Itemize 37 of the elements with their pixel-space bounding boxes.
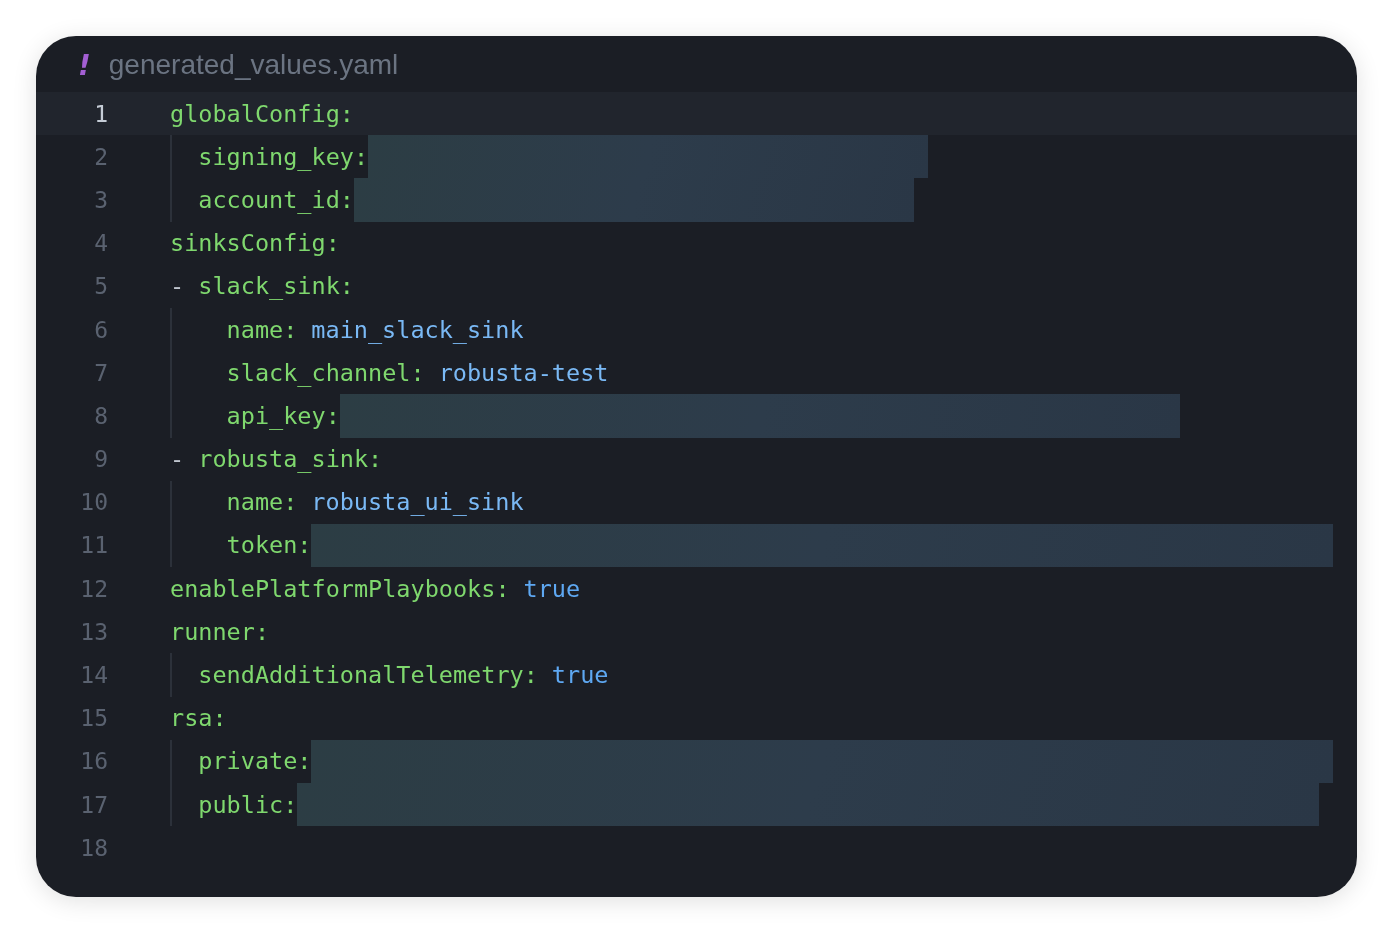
line-number: 13	[79, 618, 108, 645]
code-line: globalConfig:	[170, 99, 354, 128]
file-tab-title[interactable]: generated_values.yaml	[108, 49, 399, 81]
line-number: 6	[93, 316, 108, 343]
code-line: - slack_sink:	[170, 272, 354, 301]
line-number: 5	[93, 273, 108, 300]
code-line: runner:	[170, 617, 270, 646]
line-number: 8	[93, 402, 108, 429]
code-line: rsa:	[170, 704, 227, 733]
line-number: 17	[79, 791, 108, 818]
line-number: 4	[93, 230, 108, 257]
line-number: 7	[93, 359, 108, 386]
line-number: 10	[79, 489, 108, 516]
yaml-file-icon: !	[78, 48, 91, 82]
code-line: - robusta_sink:	[170, 445, 383, 474]
code-line: private:	[198, 747, 312, 776]
code-line: token:	[226, 531, 312, 560]
line-number: 15	[79, 705, 108, 732]
code-line: api_key:	[226, 401, 340, 430]
line-number: 2	[93, 143, 108, 170]
code-line: account_id:	[198, 185, 354, 214]
line-number: 3	[93, 186, 108, 213]
line-number: 12	[79, 575, 108, 602]
line-number: 11	[79, 532, 108, 559]
line-number: 14	[79, 662, 108, 689]
code-line: sendAdditionalTelemetry: true	[198, 661, 609, 690]
code-line: public:	[198, 790, 298, 819]
line-number: 9	[93, 446, 108, 473]
line-number: 1	[93, 100, 108, 127]
line-number: 18	[79, 834, 108, 861]
code-line: sinksConfig:	[170, 229, 340, 258]
code-line: name: robusta_ui_sink	[226, 488, 524, 517]
code-line: enablePlatformPlaybooks: true	[170, 574, 581, 603]
code-line: name: main_slack_sink	[226, 315, 524, 344]
code-line: slack_channel: robusta-test	[226, 358, 609, 387]
code-line: signing_key:	[198, 142, 369, 171]
line-number: 16	[79, 748, 108, 775]
